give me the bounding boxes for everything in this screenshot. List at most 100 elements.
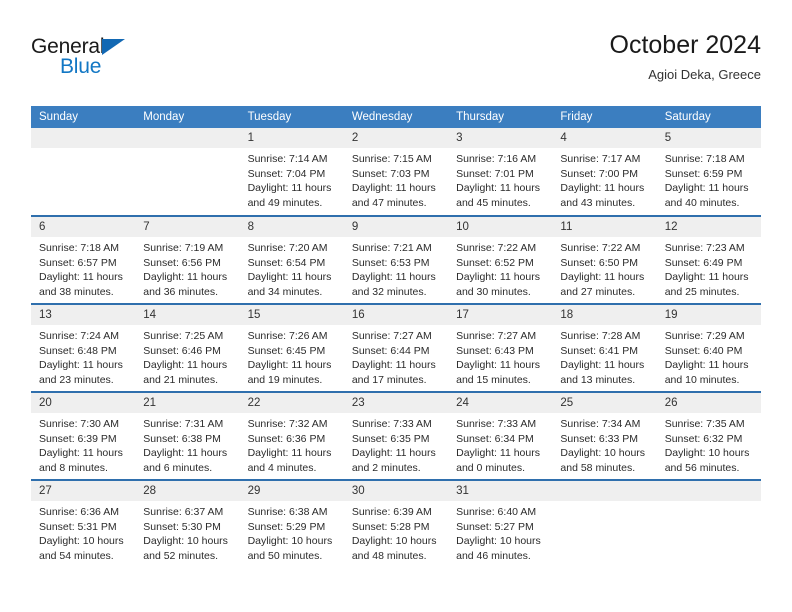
- calendar-day-cell[interactable]: 23 Sunrise: 7:33 AM Sunset: 6:35 PM Dayligh…: [343, 391, 449, 480]
- sunrise-time: Sunrise: 7:33 AM: [351, 418, 432, 430]
- day-number: 6: [31, 217, 136, 237]
- sunrise-time: Sunrise: 7:27 AM: [456, 330, 537, 342]
- calendar-day-cell[interactable]: 27 Sunrise: 6:36 AM Sunset: 5:31 PM Dayligh…: [31, 479, 136, 568]
- calendar-day-cell[interactable]: 6 Sunrise: 7:18 AM Sunset: 6:57 PM Daylight…: [31, 215, 136, 304]
- calendar-day-cell[interactable]: 21 Sunrise: 7:31 AM Sunset: 6:38 PM Dayligh…: [135, 391, 240, 480]
- day-number: 2: [343, 128, 449, 148]
- calendar-day-cell-empty: [135, 128, 240, 216]
- calendar-day-cell[interactable]: 2 Sunrise: 7:15 AM Sunset: 7:03 PM Daylight…: [343, 128, 449, 216]
- day-details: Sunrise: 7:27 AM Sunset: 6:44 PM Daylight:…: [344, 325, 448, 387]
- calendar-day-cell[interactable]: 24 Sunrise: 7:33 AM Sunset: 6:34 PM Dayligh…: [448, 391, 553, 480]
- day-details: Sunrise: 7:21 AM Sunset: 6:53 PM Daylight:…: [344, 237, 448, 299]
- daylight-duration: Daylight: 10 hours and 56 minutes.: [664, 447, 750, 474]
- calendar-day-cell[interactable]: 12 Sunrise: 7:23 AM Sunset: 6:49 PM Dayligh…: [656, 215, 761, 304]
- sunset-time: Sunset: 5:29 PM: [247, 520, 326, 533]
- weekday-header-tuesday: Tuesday: [239, 106, 344, 128]
- calendar-day-cell[interactable]: 20 Sunrise: 7:30 AM Sunset: 6:39 PM Dayligh…: [31, 391, 136, 480]
- weekday-header: Sunday Monday Tuesday Wednesday Thursday Frid…: [31, 106, 761, 128]
- calendar-day-cell[interactable]: 15 Sunrise: 7:26 AM Sunset: 6:45 PM Dayligh…: [239, 303, 344, 392]
- logo-triangle-icon: [102, 39, 125, 55]
- sunset-time: Sunset: 5:28 PM: [351, 520, 430, 533]
- day-number: 15: [239, 305, 344, 325]
- logo-text-blue: Blue: [60, 55, 102, 78]
- calendar-day-cell[interactable]: 5 Sunrise: 7:18 AM Sunset: 6:59 PM Daylight…: [656, 128, 761, 216]
- calendar-day-cell[interactable]: 28 Sunrise: 6:37 AM Sunset: 5:30 PM Dayligh…: [135, 479, 240, 568]
- calendar-week-row: 1 Sunrise: 7:14 AM Sunset: 7:04 PM Daylight…: [31, 128, 761, 216]
- weekday-header-monday: Monday: [135, 106, 240, 128]
- calendar-day-cell[interactable]: 18 Sunrise: 7:28 AM Sunset: 6:41 PM Dayligh…: [552, 303, 657, 392]
- day-number: 19: [656, 305, 761, 325]
- sunset-time: Sunset: 6:39 PM: [39, 432, 117, 445]
- day-details: Sunrise: 6:37 AM Sunset: 5:30 PM Daylight:…: [135, 501, 239, 563]
- weekday-header-sunday: Sunday: [31, 106, 136, 128]
- calendar-day-cell[interactable]: 30 Sunrise: 6:39 AM Sunset: 5:28 PM Dayligh…: [343, 479, 449, 568]
- calendar-day-cell[interactable]: 22 Sunrise: 7:32 AM Sunset: 6:36 PM Dayligh…: [239, 391, 344, 480]
- day-number: 30: [343, 481, 449, 501]
- sunset-time: Sunset: 7:00 PM: [560, 167, 639, 180]
- daylight-duration: Daylight: 11 hours and 15 minutes.: [456, 359, 540, 386]
- weekday-header-friday: Friday: [552, 106, 657, 128]
- daylight-duration: Daylight: 10 hours and 50 minutes.: [247, 535, 333, 562]
- sunrise-time: Sunrise: 7:17 AM: [560, 153, 641, 165]
- daylight-duration: Daylight: 11 hours and 8 minutes.: [39, 447, 123, 474]
- weekday-header-thursday: Thursday: [448, 106, 553, 128]
- day-number: 18: [552, 305, 657, 325]
- day-details: [135, 148, 239, 152]
- sunset-time: Sunset: 6:34 PM: [456, 432, 534, 445]
- weekday-header-wednesday: Wednesday: [343, 106, 449, 128]
- day-number: 13: [31, 305, 136, 325]
- day-number: 8: [239, 217, 344, 237]
- daylight-duration: Daylight: 11 hours and 10 minutes.: [664, 359, 749, 386]
- sunset-time: Sunset: 6:59 PM: [664, 167, 743, 180]
- title-block: October 2024 Agioi Deka, Greece: [610, 30, 762, 84]
- day-number: [31, 128, 136, 148]
- calendar-day-cell[interactable]: 3 Sunrise: 7:16 AM Sunset: 7:01 PM Daylight…: [448, 128, 553, 216]
- calendar-day-cell[interactable]: 31 Sunrise: 6:40 AM Sunset: 5:27 PM Dayligh…: [448, 479, 553, 568]
- calendar-day-cell[interactable]: 29 Sunrise: 6:38 AM Sunset: 5:29 PM Dayligh…: [239, 479, 344, 568]
- sunrise-time: Sunrise: 7:34 AM: [560, 418, 641, 430]
- sunset-time: Sunset: 6:45 PM: [247, 344, 326, 357]
- sunset-time: Sunset: 6:56 PM: [143, 256, 221, 269]
- sunrise-time: Sunrise: 7:14 AM: [247, 153, 328, 165]
- day-details: Sunrise: 7:19 AM Sunset: 6:56 PM Daylight:…: [135, 237, 239, 299]
- sunrise-time: Sunrise: 6:38 AM: [247, 506, 328, 518]
- calendar-day-cell[interactable]: 11 Sunrise: 7:22 AM Sunset: 6:50 PM Dayligh…: [552, 215, 657, 304]
- calendar-day-cell[interactable]: 13 Sunrise: 7:24 AM Sunset: 6:48 PM Dayligh…: [31, 303, 136, 392]
- daylight-duration: Daylight: 11 hours and 25 minutes.: [664, 271, 749, 298]
- calendar-day-cell[interactable]: 4 Sunrise: 7:17 AM Sunset: 7:00 PM Daylight…: [552, 128, 657, 216]
- calendar-day-cell[interactable]: 25 Sunrise: 7:34 AM Sunset: 6:33 PM Dayligh…: [552, 391, 657, 480]
- calendar-day-cell[interactable]: 19 Sunrise: 7:29 AM Sunset: 6:40 PM Dayligh…: [656, 303, 761, 392]
- day-details: Sunrise: 7:31 AM Sunset: 6:38 PM Daylight:…: [135, 413, 239, 475]
- day-details: Sunrise: 7:16 AM Sunset: 7:01 PM Daylight:…: [448, 148, 552, 210]
- day-number: 22: [239, 393, 344, 413]
- sunrise-time: Sunrise: 7:22 AM: [456, 242, 537, 254]
- calendar-day-cell[interactable]: 16 Sunrise: 7:27 AM Sunset: 6:44 PM Dayligh…: [343, 303, 449, 392]
- day-details: Sunrise: 7:15 AM Sunset: 7:03 PM Daylight:…: [344, 148, 448, 210]
- sunrise-time: Sunrise: 7:26 AM: [247, 330, 328, 342]
- day-number: 7: [135, 217, 240, 237]
- calendar-day-cell[interactable]: 9 Sunrise: 7:21 AM Sunset: 6:53 PM Daylight…: [343, 215, 449, 304]
- day-number: 21: [135, 393, 240, 413]
- sunset-time: Sunset: 6:46 PM: [143, 344, 221, 357]
- calendar-day-cell[interactable]: 8 Sunrise: 7:20 AM Sunset: 6:54 PM Daylight…: [239, 215, 344, 304]
- day-details: Sunrise: 7:27 AM Sunset: 6:43 PM Daylight:…: [448, 325, 552, 387]
- sunset-time: Sunset: 6:35 PM: [351, 432, 430, 445]
- calendar-day-cell[interactable]: 10 Sunrise: 7:22 AM Sunset: 6:52 PM Dayligh…: [448, 215, 553, 304]
- calendar-day-cell[interactable]: 26 Sunrise: 7:35 AM Sunset: 6:32 PM Dayligh…: [656, 391, 761, 480]
- calendar-day-cell-empty: [656, 479, 761, 568]
- day-details: Sunrise: 7:32 AM Sunset: 6:36 PM Daylight:…: [240, 413, 344, 475]
- sunrise-time: Sunrise: 6:39 AM: [351, 506, 432, 518]
- day-number: 17: [448, 305, 553, 325]
- calendar-day-cell[interactable]: 7 Sunrise: 7:19 AM Sunset: 6:56 PM Daylight…: [135, 215, 240, 304]
- day-details: Sunrise: 7:18 AM Sunset: 6:59 PM Daylight:…: [657, 148, 761, 210]
- general-blue-logo[interactable]: General Blue: [31, 36, 151, 84]
- sunset-time: Sunset: 6:40 PM: [664, 344, 743, 357]
- calendar-day-cell[interactable]: 14 Sunrise: 7:25 AM Sunset: 6:46 PM Dayligh…: [135, 303, 240, 392]
- daylight-duration: Daylight: 11 hours and 40 minutes.: [664, 182, 749, 209]
- day-details: Sunrise: 7:26 AM Sunset: 6:45 PM Daylight:…: [240, 325, 344, 387]
- day-number: 25: [552, 393, 657, 413]
- calendar-day-cell[interactable]: 17 Sunrise: 7:27 AM Sunset: 6:43 PM Dayligh…: [448, 303, 553, 392]
- day-details: Sunrise: 7:25 AM Sunset: 6:46 PM Daylight:…: [135, 325, 239, 387]
- calendar-day-cell[interactable]: 1 Sunrise: 7:14 AM Sunset: 7:04 PM Daylight…: [239, 128, 344, 216]
- day-details: Sunrise: 7:14 AM Sunset: 7:04 PM Daylight:…: [240, 148, 344, 210]
